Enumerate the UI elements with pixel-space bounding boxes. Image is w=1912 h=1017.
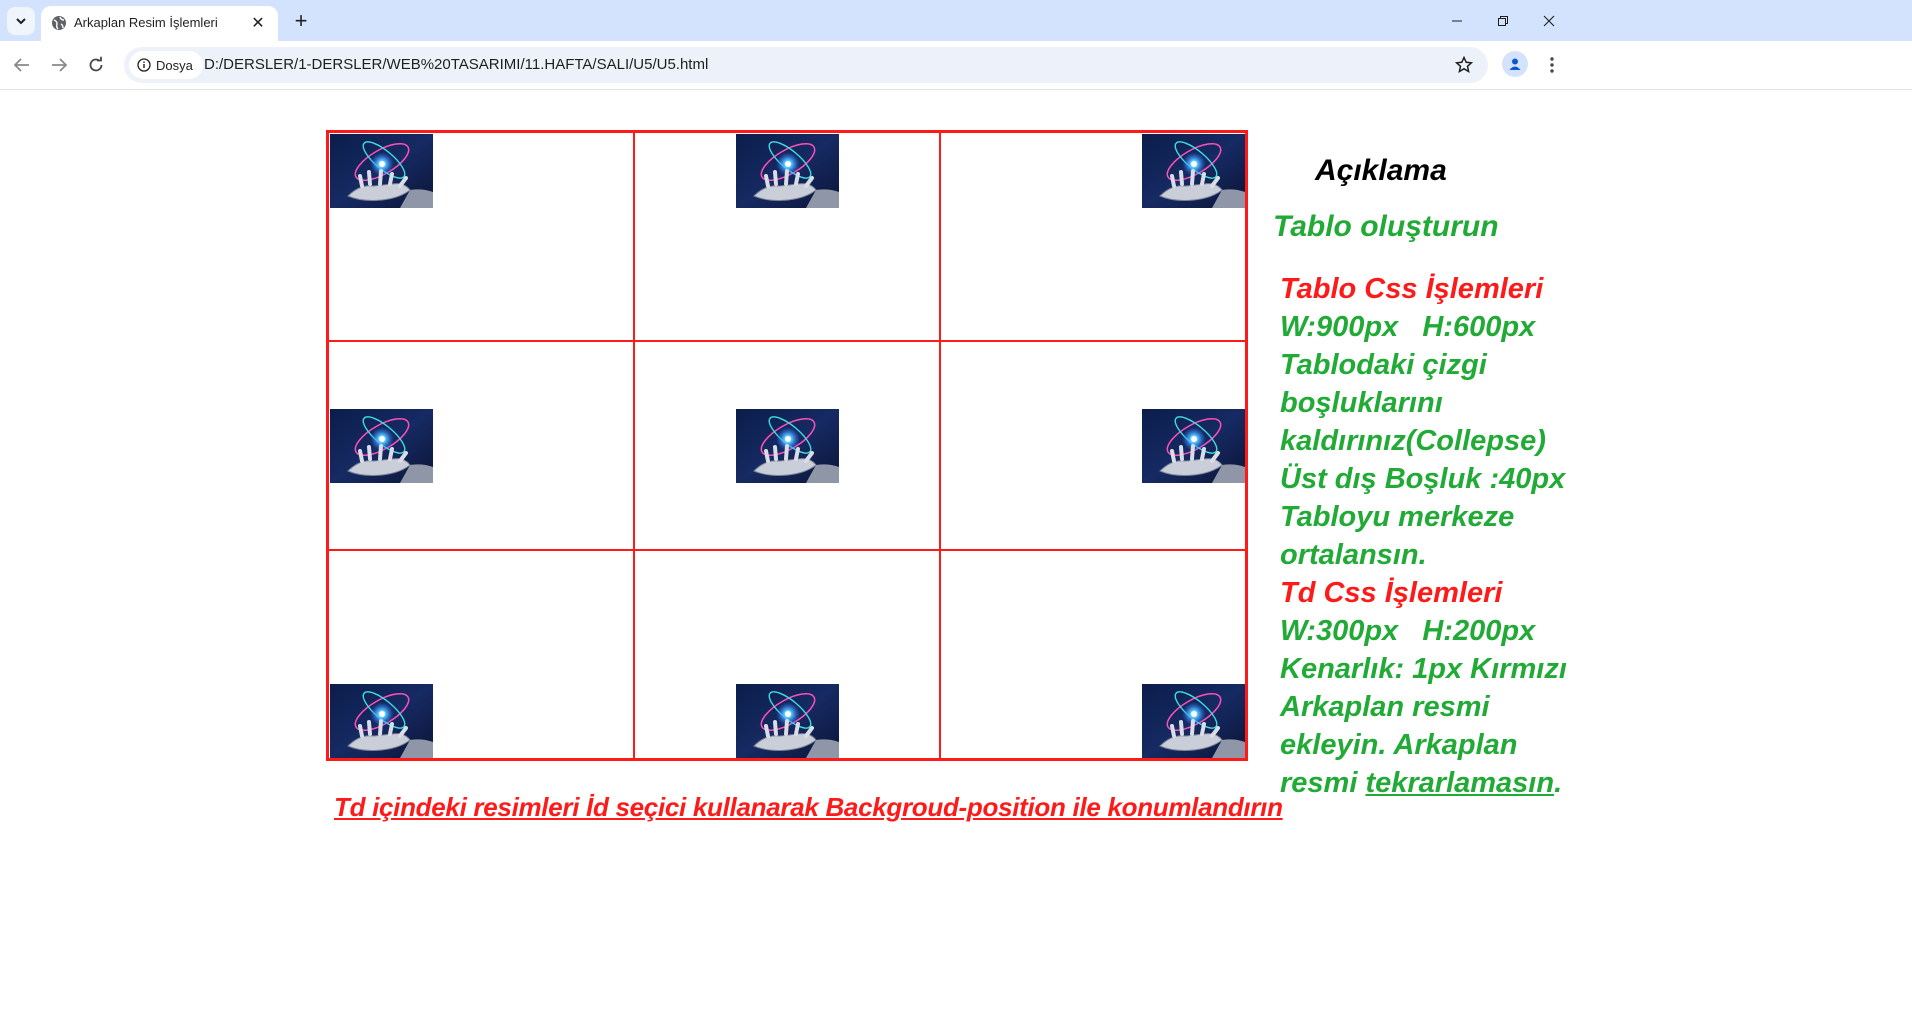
reload-icon[interactable] xyxy=(80,49,112,81)
active-tab[interactable]: Arkaplan Resim İşlemleri ✕ xyxy=(41,6,278,41)
table-css-heading: Tablo Css İşlemleri xyxy=(1280,273,1544,305)
instruction-note: Td içindeki resimleri İd seçici kullanar… xyxy=(334,792,1283,822)
page-content: Td içindeki resimleri İd seçici kullanar… xyxy=(0,90,1912,1017)
url-text[interactable]: D:/DERSLER/1-DERSLER/WEB%20TASARIMI/11.H… xyxy=(204,56,708,73)
info-icon xyxy=(137,58,151,72)
site-chip-label: Dosya xyxy=(156,57,193,73)
table-cell-center-top xyxy=(634,132,940,341)
aside-instructions: Tablo Css İşlemleri W:900px H:600px Tabl… xyxy=(1280,270,1570,802)
profile-icon[interactable] xyxy=(1502,51,1528,77)
minimize-icon[interactable] xyxy=(1434,0,1480,41)
aside-title: Açıklama xyxy=(1315,154,1447,187)
robot-hand-image xyxy=(736,684,839,758)
table-cell-center-bottom xyxy=(634,550,940,759)
aside-subtitle: Tablo oluşturun xyxy=(1273,210,1499,243)
star-icon[interactable] xyxy=(1452,53,1476,77)
background-text-3-suffix: . xyxy=(1554,767,1563,799)
restore-icon[interactable] xyxy=(1480,0,1526,41)
table-cell-right-center xyxy=(940,341,1246,550)
robot-hand-image xyxy=(1142,684,1245,758)
close-icon[interactable]: ✕ xyxy=(247,12,269,34)
center-text-2: ortalansın. xyxy=(1280,539,1427,571)
forward-icon[interactable] xyxy=(43,49,75,81)
globe-icon xyxy=(52,16,66,30)
table-cell-center-center xyxy=(634,341,940,550)
toolbar: Dosya D:/DERSLER/1-DERSLER/WEB%20TASARIM… xyxy=(0,41,1912,90)
robot-hand-image xyxy=(1142,134,1245,208)
table-cell-right-top xyxy=(940,132,1246,341)
address-bar[interactable]: Dosya D:/DERSLER/1-DERSLER/WEB%20TASARIM… xyxy=(124,47,1488,83)
tab-title: Arkaplan Resim İşlemleri xyxy=(74,15,218,30)
plus-icon[interactable]: + xyxy=(287,7,315,35)
no-repeat-link[interactable]: tekrarlamasın xyxy=(1365,767,1554,799)
robot-hand-image xyxy=(330,684,433,758)
td-css-heading: Td Css İşlemleri xyxy=(1280,577,1503,609)
kebab-menu-icon[interactable] xyxy=(1538,49,1566,81)
tab-strip: Arkaplan Resim İşlemleri ✕ + xyxy=(0,0,1912,41)
table-cell-left-top xyxy=(328,132,634,341)
margin-text: Üst dış Boşluk :40px xyxy=(1280,463,1566,495)
robot-hand-image xyxy=(736,409,839,483)
table-size-text: W:900px H:600px xyxy=(1280,311,1536,343)
collapse-text-1: Tablodaki çizgi xyxy=(1280,349,1487,381)
center-text-1: Tabloyu merkeze xyxy=(1280,501,1515,533)
background-text-1: Arkaplan resmi xyxy=(1280,691,1490,723)
border-text: Kenarlık: 1px Kırmızı xyxy=(1280,653,1567,685)
td-size-text: W:300px H:200px xyxy=(1280,615,1536,647)
robot-hand-image xyxy=(1142,409,1245,483)
robot-hand-image xyxy=(736,134,839,208)
collapse-text-3: kaldırınız(Collepse) xyxy=(1280,425,1546,457)
site-info-chip[interactable]: Dosya xyxy=(129,51,203,79)
close-window-icon[interactable] xyxy=(1526,0,1572,41)
tab-list-icon[interactable] xyxy=(7,7,35,35)
table-cell-left-center xyxy=(328,341,634,550)
background-text-3-prefix: resmi xyxy=(1280,767,1366,799)
robot-hand-image xyxy=(330,134,433,208)
back-icon[interactable] xyxy=(6,49,38,81)
table-cell-right-bottom xyxy=(940,550,1246,759)
image-position-table xyxy=(326,130,1248,761)
background-text-3: resmi tekrarlamasın. xyxy=(1280,764,1570,802)
robot-hand-image xyxy=(330,409,433,483)
table-cell-left-bottom xyxy=(328,550,634,759)
collapse-text-2: boşluklarını xyxy=(1280,387,1443,419)
background-text-2: ekleyin. Arkaplan xyxy=(1280,729,1518,761)
